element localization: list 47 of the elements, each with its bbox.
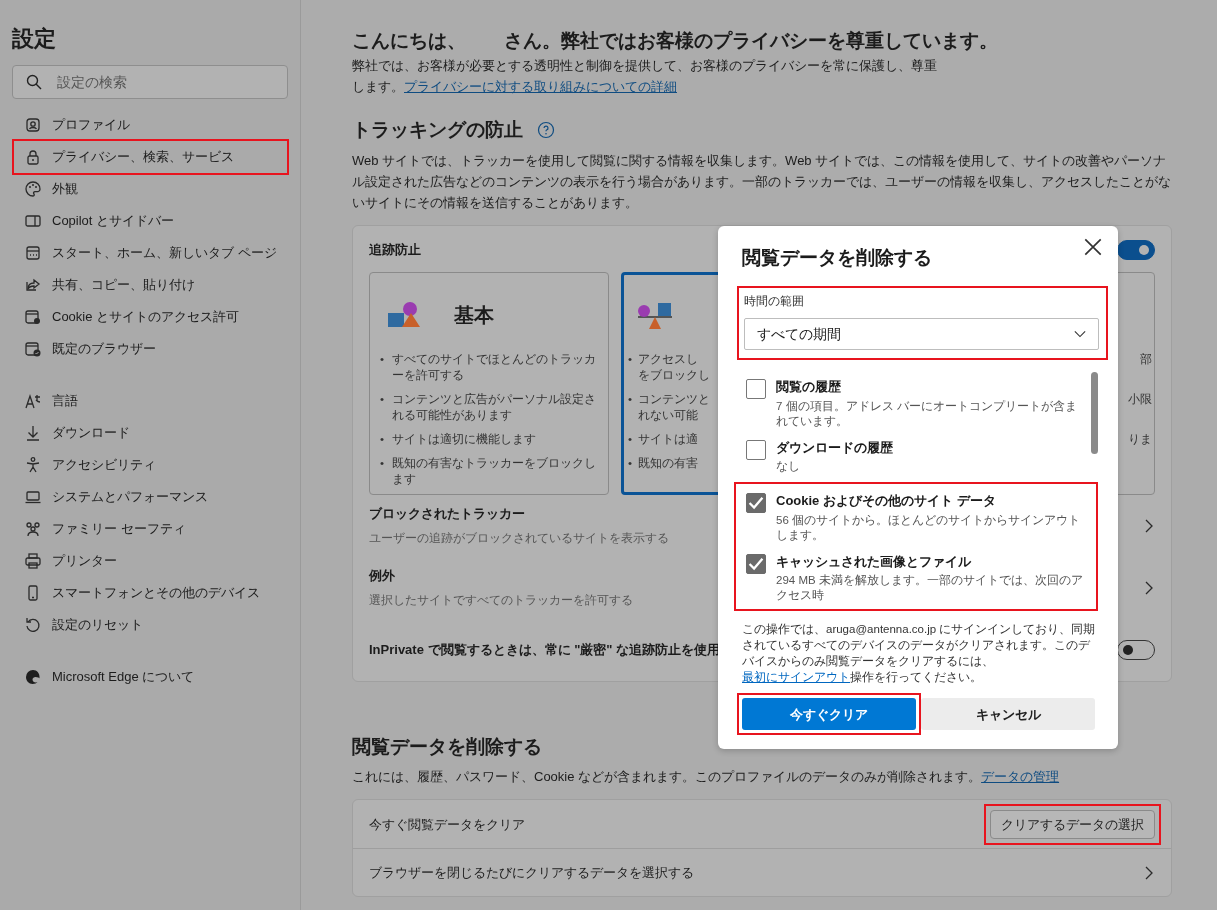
item-detail: 7 個の項目。アドレス バーにオートコンプリートが含まれています。 — [776, 398, 1078, 429]
section-heading: 閲覧データを削除する — [352, 735, 543, 759]
item-title: 閲覧の履歴 — [776, 378, 842, 397]
bullet-mark: • — [628, 391, 634, 407]
item-detail: なし — [776, 459, 801, 475]
row-title: 今すぐ閲覧データをクリア — [369, 815, 525, 834]
bullet-text: サイトは適切に機能します — [392, 431, 536, 447]
bullet-mark: • — [380, 431, 386, 447]
bullet-text: 部 — [1140, 351, 1152, 367]
bullet-mark: • — [380, 351, 386, 367]
card-label: 追跡防止 — [369, 240, 421, 259]
notice-text: この操作では、aruga@antenna.co.jp にサインインしており、同期されているすべてのデバイスのデータがクリアされます。このデバイスからのみ閲覧データをクリアするには、 最初にサインアウト 操作を行ってください。 — [742, 622, 1097, 686]
bullet-text: をブロックし — [638, 367, 710, 383]
row-subtitle: ユーザーの追跡がブロックされているサイトを表示する — [369, 530, 669, 548]
section-heading: トラッキングの防止 — [352, 118, 523, 142]
bullet-text: 小限 — [1128, 391, 1152, 407]
bullet-text: 既知の有害 — [638, 455, 698, 471]
item-detail: 294 MB 未満を解放します。一部のサイトでは、次回のアクセス時 — [776, 573, 1084, 604]
dialog-title: 閲覧データを削除する — [742, 246, 933, 270]
bullet-text: 既知の有害なトラッカーをブロックします — [392, 455, 597, 487]
bullet-text: サイトは適 — [638, 431, 698, 447]
bullet-text: コンテンツと広告がパーソナル設定される可能性があります — [392, 391, 597, 423]
item-detail: 56 個のサイトから。ほとんどのサイトからサインアウトします。 — [776, 512, 1081, 543]
row-title: 例外 — [369, 566, 396, 585]
bullet-mark: • — [380, 391, 386, 407]
field-label: 時間の範囲 — [744, 294, 805, 309]
greeting-heading: こんにちは、 さん。弊社ではお客様のプライバシーを尊重しています。 — [352, 30, 999, 53]
item-title: Cookie およびその他のサイト データ — [776, 492, 997, 511]
item-title: ダウンロードの履歴 — [776, 438, 893, 457]
bullet-mark: • — [380, 455, 386, 471]
row-subtitle: 選択したサイトですべてのトラッカーを許可する — [369, 592, 633, 610]
bullet-text: すべてのサイトでほとんどのトラッカーを許可する — [392, 351, 597, 383]
bullet-mark: • — [628, 351, 634, 367]
description-text: これには、履歴、パスワード、Cookie などが含まれます。このプロファイルのデータのみが削除されます。データの管理 — [352, 768, 1061, 787]
bullet-text: れない可能 — [638, 407, 698, 423]
item-title: キャッシュされた画像とファイル — [776, 552, 972, 571]
bullet-text: アクセスし — [638, 351, 698, 367]
row-title: ブロックされたトラッカー — [369, 504, 526, 523]
description-text: Web サイトでは、トラッカーを使用して閲覧に関する情報を収集します。Web サイトでは、この情報を使用して、サイトの改善やパーソナル設定された広告などのコンテンツの表示を行う場合があります。一部のトラッカーでは、ユーザーの情報を収集し、アクセスしたことがないサイトにその情報を送信することがあります。 — [352, 151, 1172, 212]
row-title: ブラウザーを閉じるたびにクリアするデータを選択する — [369, 864, 694, 883]
intro-text: 弊社では、お客様が必要とする透明性と制御を提供して、お客様のプライバシーを常に保護し、尊重します。プライバシーに対する取り組みについての詳細 — [352, 56, 937, 96]
bullet-text: りま — [1128, 431, 1152, 447]
bullet-text: コンテンツと — [638, 391, 710, 407]
option-title: 基本 — [454, 302, 494, 328]
settings-title: 設定 — [12, 28, 57, 50]
bullet-mark: • — [628, 455, 634, 471]
bullet-mark: • — [628, 431, 634, 447]
